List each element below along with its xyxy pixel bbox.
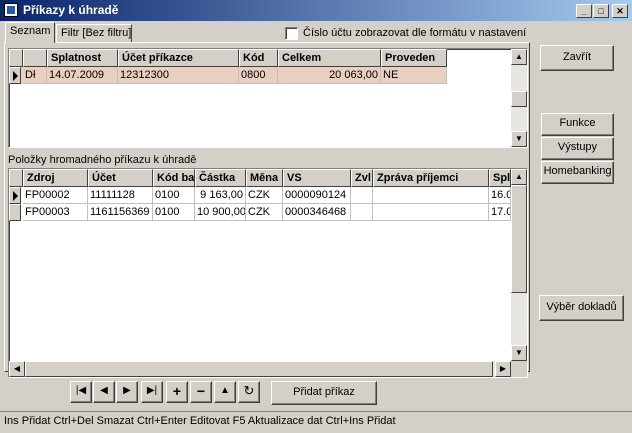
column-header-done[interactable]: Proveden bbox=[381, 49, 447, 67]
cell-source: FP00002 bbox=[23, 187, 88, 204]
edit-record-button[interactable]: ▲ bbox=[214, 381, 236, 403]
column-header-message[interactable]: Zpráva příjemci bbox=[373, 169, 489, 187]
items-grid[interactable]: Zdroj Účet Kód ba Částka Měna VS Zvl Zpr… bbox=[8, 168, 528, 378]
table-row[interactable]: FP00002 11111128 0100 9 163,00 CZK 00000… bbox=[9, 187, 511, 204]
scroll-down-icon[interactable]: ▼ bbox=[511, 131, 527, 147]
column-header-amount[interactable]: Částka bbox=[195, 169, 246, 187]
scroll-right-icon[interactable]: ▶ bbox=[495, 361, 511, 377]
table-row[interactable]: FP00003 1161156369 0100 10 900,00 CZK 00… bbox=[9, 204, 511, 221]
delete-record-button[interactable]: − bbox=[190, 381, 212, 403]
cell-amount: 10 900,00 bbox=[195, 204, 246, 221]
scroll-left-icon[interactable]: ◀ bbox=[9, 361, 25, 377]
tab-seznam[interactable]: Seznam bbox=[5, 22, 55, 43]
app-icon bbox=[4, 3, 18, 17]
add-order-button[interactable]: Přidat příkaz bbox=[271, 381, 377, 405]
tab-filtr[interactable]: Filtr [Bez filtru] bbox=[56, 24, 132, 42]
row-indicator bbox=[9, 67, 21, 84]
cell-special bbox=[351, 204, 373, 221]
items-vscrollbar[interactable]: ▲ ▼ bbox=[511, 169, 527, 361]
last-record-button[interactable]: ▶| bbox=[141, 381, 163, 403]
table-row[interactable]: Dł 14.07.2009 12312300 0800 20 063,00 NE bbox=[9, 67, 447, 84]
scroll-up-icon[interactable]: ▲ bbox=[511, 49, 527, 65]
column-header-payer-account[interactable]: Účet příkazce bbox=[118, 49, 239, 67]
cell-type: Dł bbox=[23, 67, 47, 84]
column-header-special[interactable]: Zvl bbox=[351, 169, 373, 187]
title-bar[interactable]: Příkazy k úhradě _ □ ✕ bbox=[0, 0, 632, 21]
column-header-source[interactable]: Zdroj bbox=[23, 169, 88, 187]
homebanking-button[interactable]: Homebanking bbox=[541, 161, 614, 184]
cell-amount: 9 163,00 bbox=[195, 187, 246, 204]
refresh-button[interactable]: ↻ bbox=[238, 381, 260, 403]
items-section-label: Položky hromadného příkazu k úhradě bbox=[8, 154, 197, 166]
scroll-thumb[interactable] bbox=[511, 185, 527, 293]
scroll-thumb[interactable] bbox=[25, 361, 493, 377]
next-record-button[interactable]: ▶ bbox=[116, 381, 138, 403]
cell-total: 20 063,00 bbox=[278, 67, 381, 84]
row-indicator bbox=[9, 187, 21, 204]
cell-bank-code: 0100 bbox=[153, 204, 195, 221]
cell-account: 1161156369 bbox=[88, 204, 153, 221]
functions-button[interactable]: Funkce bbox=[541, 113, 614, 136]
close-window-button[interactable]: ✕ bbox=[612, 4, 628, 18]
add-record-button[interactable]: + bbox=[166, 381, 188, 403]
column-header-due[interactable]: Splatnost bbox=[47, 49, 118, 67]
cell-vs: 0000090124 bbox=[283, 187, 351, 204]
tab-label: Seznam bbox=[10, 25, 51, 37]
cell-bank-code: 0100 bbox=[153, 187, 195, 204]
cell-special bbox=[351, 187, 373, 204]
column-header-type[interactable] bbox=[23, 49, 47, 67]
select-documents-button[interactable]: Výběr dokladů bbox=[539, 295, 624, 321]
column-header-code[interactable]: Kód bbox=[239, 49, 278, 67]
outputs-button[interactable]: Výstupy bbox=[541, 137, 614, 160]
close-button[interactable]: Zavřít bbox=[540, 45, 614, 71]
cell-account: 11111128 bbox=[88, 187, 153, 204]
minimize-button[interactable]: _ bbox=[576, 4, 592, 18]
account-format-checkbox[interactable] bbox=[285, 27, 298, 40]
column-header-currency[interactable]: Měna bbox=[246, 169, 283, 187]
cell-currency: CZK bbox=[246, 187, 283, 204]
account-format-label: Číslo účtu zobrazovat dle formátu v nast… bbox=[303, 27, 527, 39]
cell-payer-account: 12312300 bbox=[118, 67, 239, 84]
status-bar: Ins Přidat Ctrl+Del Smazat Ctrl+Enter Ed… bbox=[0, 411, 632, 433]
cell-due: 17.0 bbox=[489, 204, 511, 221]
cell-message bbox=[373, 204, 489, 221]
items-hscrollbar[interactable]: ◀ ▶ bbox=[9, 361, 511, 377]
scroll-thumb[interactable] bbox=[511, 91, 527, 107]
cell-vs: 0000346468 bbox=[283, 204, 351, 221]
scroll-corner bbox=[511, 361, 527, 377]
cell-due: 16.0 bbox=[489, 187, 511, 204]
indicator-header bbox=[9, 49, 23, 67]
scroll-up-icon[interactable]: ▲ bbox=[511, 169, 527, 185]
cell-due: 14.07.2009 bbox=[47, 67, 118, 84]
cell-done: NE bbox=[381, 67, 447, 84]
cell-code: 0800 bbox=[239, 67, 278, 84]
first-record-button[interactable]: |◀ bbox=[70, 381, 92, 403]
maximize-button[interactable]: □ bbox=[593, 4, 609, 18]
orders-scrollbar[interactable]: ▲ ▼ bbox=[511, 49, 527, 147]
column-header-due[interactable]: Spl bbox=[489, 169, 511, 187]
column-header-account[interactable]: Účet bbox=[88, 169, 153, 187]
cell-currency: CZK bbox=[246, 204, 283, 221]
window-title: Příkazy k úhradě bbox=[23, 3, 119, 17]
cell-message bbox=[373, 187, 489, 204]
scroll-down-icon[interactable]: ▼ bbox=[511, 345, 527, 361]
column-header-vs[interactable]: VS bbox=[283, 169, 351, 187]
column-header-total[interactable]: Celkem bbox=[278, 49, 381, 67]
prev-record-button[interactable]: ◀ bbox=[93, 381, 115, 403]
row-indicator bbox=[9, 204, 21, 221]
cell-source: FP00003 bbox=[23, 204, 88, 221]
column-header-bank-code[interactable]: Kód ba bbox=[153, 169, 195, 187]
orders-grid[interactable]: Splatnost Účet příkazce Kód Celkem Prove… bbox=[8, 48, 528, 148]
tab-label: Filtr [Bez filtru] bbox=[61, 27, 132, 39]
indicator-header bbox=[9, 169, 23, 187]
